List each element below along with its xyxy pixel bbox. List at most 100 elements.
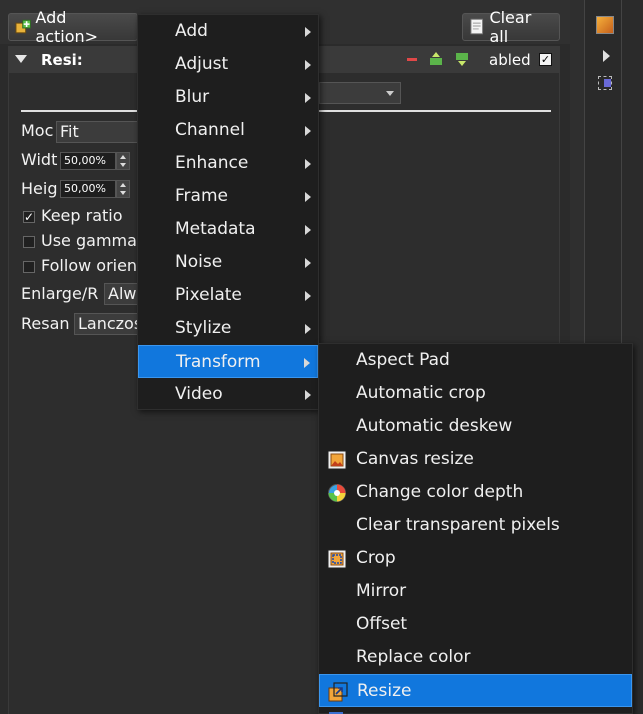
submenu-item-mirror[interactable]: Mirror xyxy=(319,575,632,608)
submenu-item-label: Canvas resize xyxy=(356,449,474,469)
submenu-arrow-icon xyxy=(305,126,311,136)
expand-arrow-icon[interactable] xyxy=(603,50,610,62)
move-up-icon[interactable] xyxy=(429,52,443,66)
menu-item-label: Frame xyxy=(175,186,228,206)
menu-item-label: Transform xyxy=(176,352,261,372)
resample-select[interactable]: Lanczos xyxy=(74,313,146,335)
submenu-item-label: Crop xyxy=(356,548,396,568)
clear-all-icon xyxy=(470,18,484,35)
submenu-item-label: Replace color xyxy=(356,647,471,667)
submenu-item-change-color-depth[interactable]: Change color depth xyxy=(319,476,632,509)
submenu-arrow-icon xyxy=(305,60,311,70)
submenu-item-automatic-deskew[interactable]: Automatic deskew xyxy=(319,410,632,443)
submenu-item-aspect-pad[interactable]: Aspect Pad xyxy=(319,344,632,377)
menu-item-adjust[interactable]: Adjust xyxy=(138,48,318,81)
submenu-item-label: Resize xyxy=(357,681,412,701)
action-category-menu: Add Adjust Blur Channel Enhance Frame Me… xyxy=(137,14,319,410)
submenu-arrow-icon xyxy=(305,324,311,334)
remove-action-icon[interactable] xyxy=(407,56,417,62)
submenu-item-resize[interactable]: Resize xyxy=(319,674,632,707)
menu-item-metadata[interactable]: Metadata xyxy=(138,213,318,246)
transform-submenu: Aspect Pad Automatic crop Automatic desk… xyxy=(318,343,633,714)
move-down-icon[interactable] xyxy=(455,52,469,66)
canvas-resize-icon xyxy=(327,450,347,470)
submenu-item-label: Change color depth xyxy=(356,482,524,502)
submenu-item-crop[interactable]: Crop xyxy=(319,542,632,575)
keep-ratio-checkbox[interactable]: ✓ xyxy=(23,211,35,223)
submenu-item-label: Mirror xyxy=(356,581,407,601)
menu-item-label: Channel xyxy=(175,120,245,140)
submenu-arrow-icon xyxy=(305,93,311,103)
menu-item-stylize[interactable]: Stylize xyxy=(138,312,318,345)
menu-item-channel[interactable]: Channel xyxy=(138,114,318,147)
width-label: Widt xyxy=(21,150,58,169)
height-label: Heig xyxy=(21,179,58,198)
submenu-item-replace-color[interactable]: Replace color xyxy=(319,641,632,674)
menu-item-enhance[interactable]: Enhance xyxy=(138,147,318,180)
add-action-button[interactable]: Add action> xyxy=(8,8,138,46)
crop-icon xyxy=(327,549,347,569)
preset-dropdown[interactable] xyxy=(319,82,401,104)
submenu-item-label: Offset xyxy=(356,614,408,634)
menu-item-label: Blur xyxy=(175,87,210,107)
menu-item-label: Add xyxy=(175,21,208,41)
mode-label: Moc xyxy=(21,121,54,140)
menu-item-label: Video xyxy=(175,384,223,404)
enlarge-label: Enlarge/R xyxy=(21,284,99,303)
color-depth-icon xyxy=(328,484,346,502)
menu-item-transform[interactable]: Transform xyxy=(138,345,318,378)
menu-item-pixelate[interactable]: Pixelate xyxy=(138,279,318,312)
height-input[interactable]: 50,00% xyxy=(60,180,116,198)
clear-all-label: Clear all xyxy=(489,8,532,46)
submenu-item-offset[interactable]: Offset xyxy=(319,608,632,641)
menu-item-noise[interactable]: Noise xyxy=(138,246,318,279)
submenu-arrow-icon xyxy=(305,390,311,400)
action-title: Resi: xyxy=(41,51,83,69)
mode-select[interactable]: Fit xyxy=(56,121,144,143)
split-view-icon[interactable] xyxy=(598,76,612,90)
menu-item-video[interactable]: Video xyxy=(138,378,318,411)
width-input[interactable]: 50,00% xyxy=(60,152,116,170)
width-spinner[interactable] xyxy=(116,152,130,170)
submenu-arrow-icon xyxy=(305,159,311,169)
menu-item-label: Metadata xyxy=(175,219,256,239)
submenu-arrow-icon xyxy=(305,27,311,37)
chevron-down-icon xyxy=(386,91,394,96)
submenu-item-label: Clear transparent pixels xyxy=(356,515,560,535)
clear-all-button[interactable]: Clear all xyxy=(462,8,560,46)
keep-ratio-label: Keep ratio xyxy=(41,206,123,225)
menu-item-label: Stylize xyxy=(175,318,232,338)
submenu-arrow-icon xyxy=(305,291,311,301)
collapse-arrow-icon[interactable] xyxy=(15,55,27,63)
add-action-label: Add action> xyxy=(35,8,99,46)
menu-item-label: Pixelate xyxy=(175,285,242,305)
enabled-checkbox[interactable]: ✓ xyxy=(539,53,552,66)
submenu-arrow-icon xyxy=(304,358,310,368)
submenu-arrow-icon xyxy=(305,192,311,202)
add-action-icon xyxy=(15,19,31,34)
menu-item-label: Adjust xyxy=(175,54,229,74)
submenu-item-clear-transparent-pixels[interactable]: Clear transparent pixels xyxy=(319,509,632,542)
follow-orientation-label: Follow orient xyxy=(41,256,144,275)
menu-item-frame[interactable]: Frame xyxy=(138,180,318,213)
menu-item-blur[interactable]: Blur xyxy=(138,81,318,114)
height-spinner[interactable] xyxy=(116,180,130,198)
menu-item-label: Noise xyxy=(175,252,223,272)
submenu-item-automatic-crop[interactable]: Automatic crop xyxy=(319,377,632,410)
menu-item-add[interactable]: Add xyxy=(138,15,318,48)
submenu-arrow-icon xyxy=(305,225,311,235)
use-gamma-label: Use gamma c xyxy=(41,231,151,250)
submenu-item-canvas-resize[interactable]: Canvas resize xyxy=(319,443,632,476)
submenu-arrow-icon xyxy=(305,258,311,268)
enabled-label: abled xyxy=(489,51,531,69)
resize-icon xyxy=(328,682,348,702)
use-gamma-checkbox[interactable] xyxy=(23,236,35,248)
image-icon[interactable] xyxy=(596,16,614,34)
action-tools xyxy=(407,52,469,66)
submenu-item-label: Automatic crop xyxy=(356,383,486,403)
resample-label: Resan xyxy=(21,314,70,333)
submenu-item-label: Automatic deskew xyxy=(356,416,513,436)
submenu-item-label: Aspect Pad xyxy=(356,350,450,370)
menu-item-label: Enhance xyxy=(175,153,249,173)
follow-orientation-checkbox[interactable] xyxy=(23,261,35,273)
